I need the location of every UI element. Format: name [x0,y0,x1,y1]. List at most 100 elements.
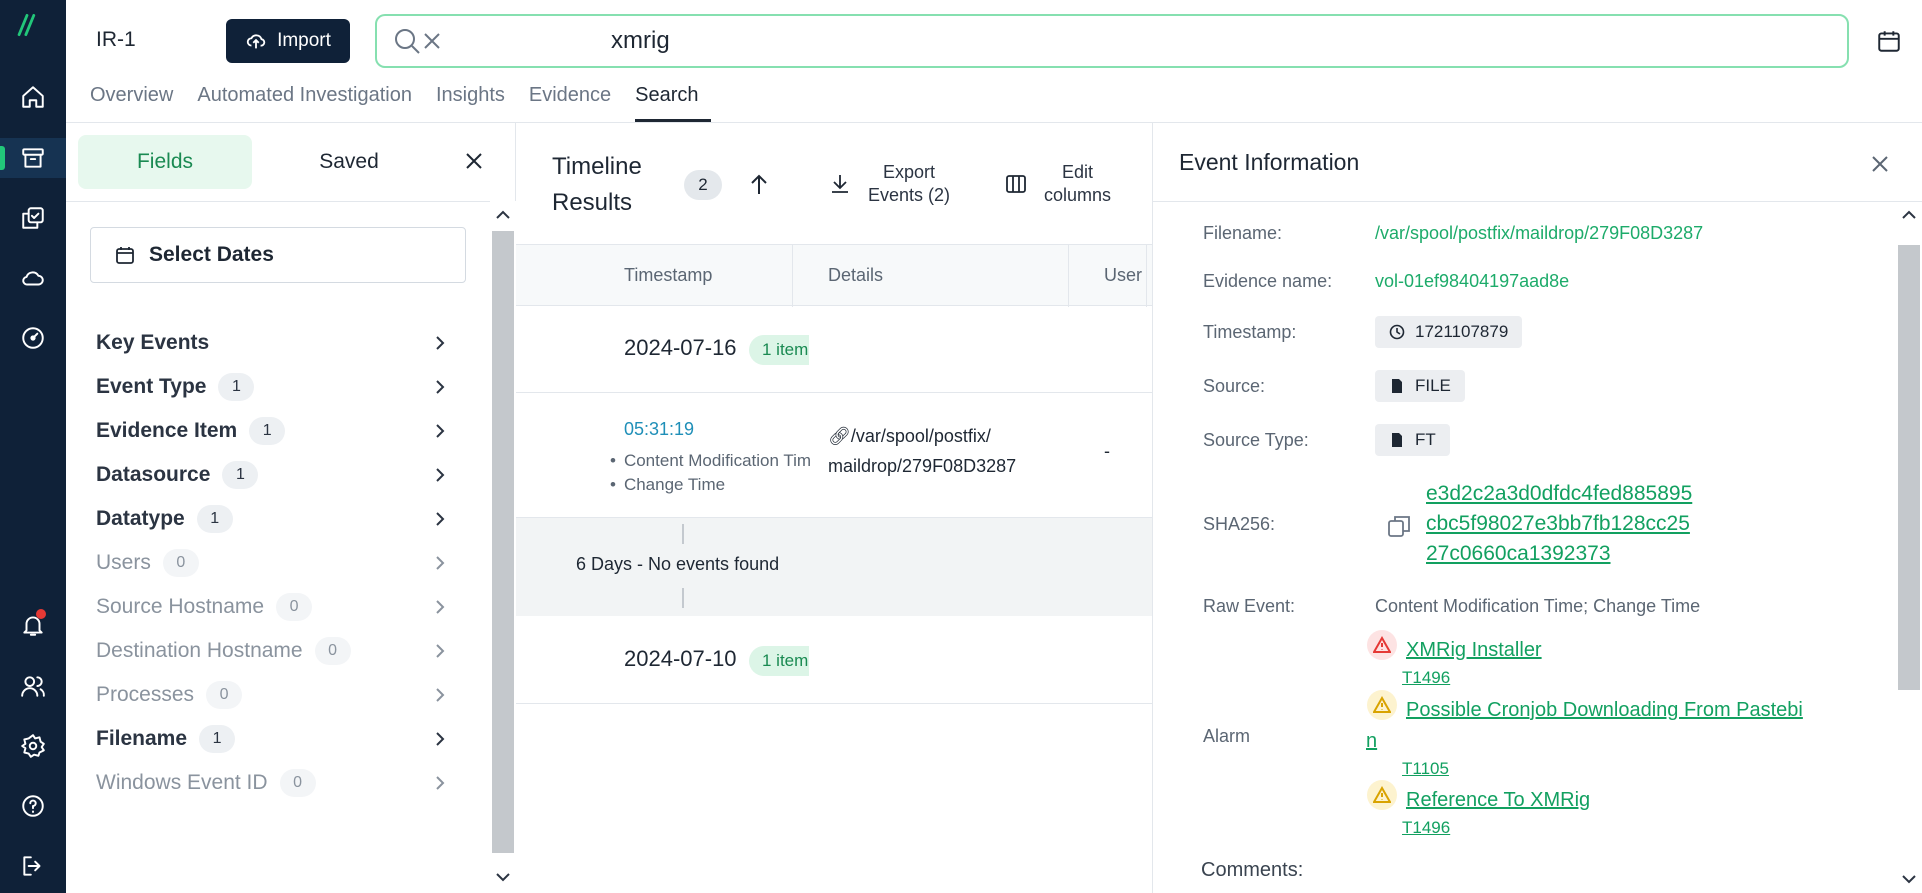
date-group-row[interactable]: 2024-07-10 1 item [516,616,1152,704]
scroll-down-icon[interactable] [1901,871,1917,887]
file-icon [1392,379,1402,393]
scrollbar-thumb[interactable] [492,231,514,853]
nav-tasks[interactable] [0,198,66,238]
notification-dot [36,609,46,619]
alarm-link-continuation[interactable]: n [1366,730,1377,753]
column-user[interactable]: User [1104,265,1142,286]
tab-evidence[interactable]: Evidence [529,82,623,122]
copy-icon[interactable] [1386,513,1412,539]
evidence-label: Evidence name: [1203,271,1333,291]
column-divider[interactable] [1068,245,1069,307]
filter-label: Event Type [96,375,207,398]
filter-source-hostname[interactable]: Source Hostname 0 [96,587,456,627]
tab-overview[interactable]: Overview [90,82,185,122]
filename-value[interactable]: /var/spool/postfix/maildrop/279F08D3287 [1375,223,1703,244]
filter-count-badge: 0 [279,769,316,797]
column-timestamp[interactable]: Timestamp [624,265,712,286]
nav-notifications[interactable] [0,605,66,645]
sha256-value[interactable]: e3d2c2a3d0dfdc4fed885895 cbc5f98027e3bb7… [1426,479,1692,569]
chevron-right-icon [436,424,445,438]
scroll-down-icon[interactable] [495,869,511,885]
column-details[interactable]: Details [828,265,883,286]
filter-label: Filename [96,727,188,750]
alarm-technique[interactable]: T1496 [1402,818,1450,838]
nav-dashboard[interactable] [0,318,66,358]
tab-fields[interactable]: Fields [78,135,252,189]
nav-settings[interactable] [0,726,66,766]
alarm-link[interactable]: XMRig Installer [1406,639,1542,662]
filter-label: Key Events [96,331,210,354]
filter-users[interactable]: Users 0 [96,543,456,583]
alarm-link[interactable]: Reference To XMRig [1406,789,1590,812]
export-events-button[interactable]: Export Events (2) [828,161,950,207]
event-time[interactable]: 05:31:19 [624,419,694,440]
filter-label: Windows Event ID [96,771,268,794]
alarm-technique[interactable]: T1105 [1402,759,1449,779]
calendar-icon[interactable] [1876,28,1902,54]
chevron-right-icon [436,556,445,570]
filter-filename[interactable]: Filename 1 [96,719,456,759]
event-type-item: Change Time [610,473,810,497]
date-group-row[interactable]: 2024-07-16 1 item [516,305,1152,393]
scrollbar-thumb[interactable] [1898,245,1920,690]
search-bar[interactable]: xmrig [375,14,1849,68]
edit-columns-button[interactable]: Edit columns [1004,161,1111,207]
panel-divider [66,201,516,202]
filter-count-badge: 1 [196,505,233,533]
sha-line: cbc5f98027e3bb7fb128cc25 [1426,512,1690,535]
filter-key-events[interactable]: Key Events [96,323,456,363]
scroll-up-icon[interactable] [495,207,511,223]
select-dates-button[interactable]: Select Dates [90,227,466,283]
search-input[interactable]: xmrig [611,27,670,55]
download-icon [832,175,848,193]
import-button[interactable]: Import [226,19,350,63]
close-icon[interactable] [1871,155,1889,173]
case-name: IR-1 [96,28,136,51]
event-types: Content Modification Time Change Time [610,449,810,497]
nav-home[interactable] [0,77,66,117]
nav-cases[interactable] [0,138,66,178]
event-details[interactable]: 🔗︎/var/spool/postfix/ maildrop/279F08D32… [828,421,1016,481]
scroll-up-icon[interactable] [1901,207,1917,223]
nav-help[interactable] [0,786,66,826]
alarm-link[interactable]: Possible Cronjob Downloading From Pasteb… [1406,699,1803,722]
tab-insights[interactable]: Insights [436,82,517,122]
column-divider[interactable] [792,245,793,307]
column-divider[interactable] [1146,245,1147,307]
event-info-scrollbar[interactable] [1896,201,1922,893]
date-group-count: 1 item [749,335,809,365]
source-value: FILE [1415,376,1451,395]
app-logo[interactable] [14,12,40,38]
filter-datasource[interactable]: Datasource 1 [96,455,456,495]
edit-line: columns [1044,185,1112,205]
raw-event-label: Raw Event: [1203,596,1296,616]
filter-count-badge: 1 [222,461,259,489]
sort-ascending-icon[interactable] [748,173,770,197]
filter-scrollbar[interactable] [490,201,516,893]
alarm-technique[interactable]: T1496 [1402,668,1450,688]
timeline-title: Timeline Results [552,149,642,221]
cloud-icon [22,271,44,286]
nav-cloud[interactable] [0,258,66,298]
gauge-icon [22,327,44,349]
sha256-label: SHA256: [1203,514,1276,534]
tab-search[interactable]: Search [635,82,711,122]
clear-search-icon[interactable] [421,30,443,52]
timestamp-chip: 1721107879 [1375,316,1523,348]
filter-processes[interactable]: Processes 0 [96,675,456,715]
filter-destination-hostname[interactable]: Destination Hostname 0 [96,631,456,671]
nav-users[interactable] [0,666,66,706]
tab-automated-investigation[interactable]: Automated Investigation [197,82,424,122]
close-icon[interactable] [464,151,484,171]
event-row[interactable]: 05:31:19 Content Modification Time Chang… [516,393,1152,518]
chevron-right-icon [436,688,445,702]
filter-windows-event-id[interactable]: Windows Event ID 0 [96,763,456,803]
evidence-value[interactable]: vol-01ef98404197aad8e [1375,271,1569,292]
filter-event-type[interactable]: Event Type 1 [96,367,456,407]
chevron-right-icon [436,380,445,394]
gap-line [682,524,684,544]
filter-evidence-item[interactable]: Evidence Item 1 [96,411,456,451]
nav-logout[interactable] [0,846,66,886]
filter-datatype[interactable]: Datatype 1 [96,499,456,539]
tab-saved[interactable]: Saved [262,135,436,189]
